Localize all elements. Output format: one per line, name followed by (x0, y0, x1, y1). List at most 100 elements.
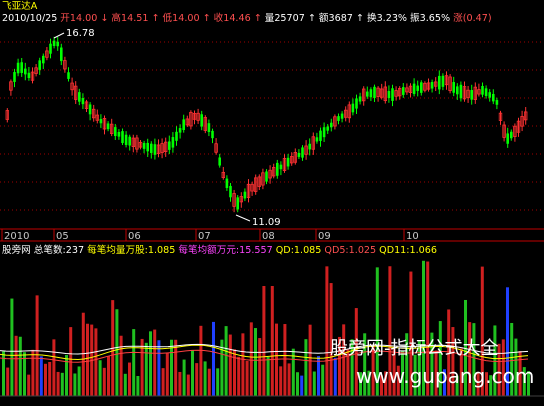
volume-bar (144, 342, 148, 396)
candle-body (200, 114, 203, 127)
volume-bar (132, 329, 136, 396)
volume-bar (31, 349, 35, 396)
candle-body (297, 152, 301, 157)
volume-bar (14, 335, 18, 396)
high-marker-line (53, 32, 65, 39)
candle-body (495, 100, 499, 105)
candle-body (211, 130, 214, 139)
qd5-value: 1.025 (348, 245, 377, 256)
volume-bar (18, 336, 22, 396)
candle-body (229, 185, 232, 198)
volume-bar (186, 374, 190, 396)
site-watermark: 股旁网-指标公式大全 www.gupang.com (330, 338, 540, 404)
candle-body (88, 104, 92, 115)
avg-amount-label: 每笔均额万元: (178, 245, 240, 256)
candle-body (13, 72, 16, 82)
candle-body (168, 141, 171, 150)
volume-bar (212, 321, 215, 396)
volume-bar (153, 329, 157, 396)
x-tick-label: 10 (406, 231, 419, 242)
candle-body (16, 62, 20, 74)
volume-bar (174, 339, 178, 396)
x-tick-label: 2010 (4, 231, 29, 242)
candle-body (358, 96, 362, 102)
qd-value: 1.085 (293, 245, 322, 256)
low-marker-line (235, 214, 251, 222)
candle-body (322, 127, 326, 138)
volume-bar (56, 371, 60, 396)
volume-bar (304, 339, 308, 396)
volume-bar (258, 338, 262, 396)
indicator-row: 股旁网 总笔数:237 每笔均量万股:1.085 每笔均额万元:15.557 Q… (0, 244, 544, 258)
candle-body (308, 143, 311, 150)
volume-bar (191, 350, 194, 396)
candle-body (420, 82, 423, 93)
volume-bar (48, 361, 52, 396)
candle-body (286, 157, 290, 167)
candle-body (42, 55, 45, 64)
volume-bar (6, 367, 10, 396)
candle-body (56, 41, 59, 47)
high-annotation: 16.78 (66, 28, 95, 39)
volume-bar (119, 335, 123, 396)
volume-bar (81, 312, 85, 396)
watermark-title: 股旁网-指标公式大全 (330, 338, 499, 359)
volume-bar (73, 373, 77, 396)
volume-bar (228, 334, 232, 396)
volume-bar (44, 363, 47, 396)
volume-bar (199, 325, 203, 396)
volume-bar (39, 356, 43, 396)
candle-body (412, 83, 416, 94)
candle-body (121, 131, 124, 144)
candle-body (175, 131, 178, 141)
candle-body (236, 197, 239, 210)
volume-bar (275, 323, 278, 396)
price-annotations: 16.78 11.09 (53, 28, 281, 228)
candle-body (506, 133, 509, 144)
volume-bar (98, 360, 102, 396)
candle-body (326, 126, 329, 131)
candle-body (488, 92, 491, 98)
volume-bar (224, 326, 228, 396)
x-tick-label: 09 (318, 231, 331, 242)
candle-body (142, 143, 146, 149)
candle-body (416, 85, 419, 91)
candle-body (351, 103, 355, 113)
volume-bar (35, 295, 39, 396)
candle-body (27, 72, 31, 79)
candle-body (128, 136, 131, 146)
candle-body (243, 191, 247, 199)
volume-bar (182, 359, 186, 396)
avg-volume-label: 每笔均量万股: (87, 245, 148, 256)
volume-bar (77, 366, 81, 396)
candle-body (369, 89, 373, 98)
candle-body (355, 98, 358, 109)
volume-bar (203, 361, 207, 396)
candle-body (276, 162, 279, 176)
x-tick-label: 07 (198, 231, 211, 242)
qd-label: QD: (275, 245, 294, 256)
date-axis: 2010 05 06 07 08 09 10 (1, 229, 419, 242)
candlestick-series (5, 36, 528, 213)
candle-body (470, 90, 473, 100)
volume-bar (254, 328, 257, 396)
total-trades-value: 237 (65, 245, 85, 256)
candle-body (481, 85, 484, 95)
volume-bar (52, 339, 56, 396)
volume-bar (287, 363, 291, 396)
avg-amount-value: 15.557 (239, 245, 273, 256)
candle-body (337, 116, 340, 121)
candle-body (484, 88, 488, 96)
volume-bar (270, 286, 274, 396)
candle-body (150, 143, 153, 153)
volume-bar (195, 363, 199, 396)
indicator-name[interactable]: 股旁网 (2, 245, 31, 257)
candle-body (340, 113, 344, 119)
candle-body (207, 123, 211, 133)
candle-body (373, 86, 376, 99)
candle-body (114, 127, 117, 137)
candle-body (78, 92, 81, 102)
avg-volume-value: 1.085 (147, 245, 176, 256)
candle-body (438, 75, 441, 90)
qd11-label: QD11: (379, 245, 410, 256)
